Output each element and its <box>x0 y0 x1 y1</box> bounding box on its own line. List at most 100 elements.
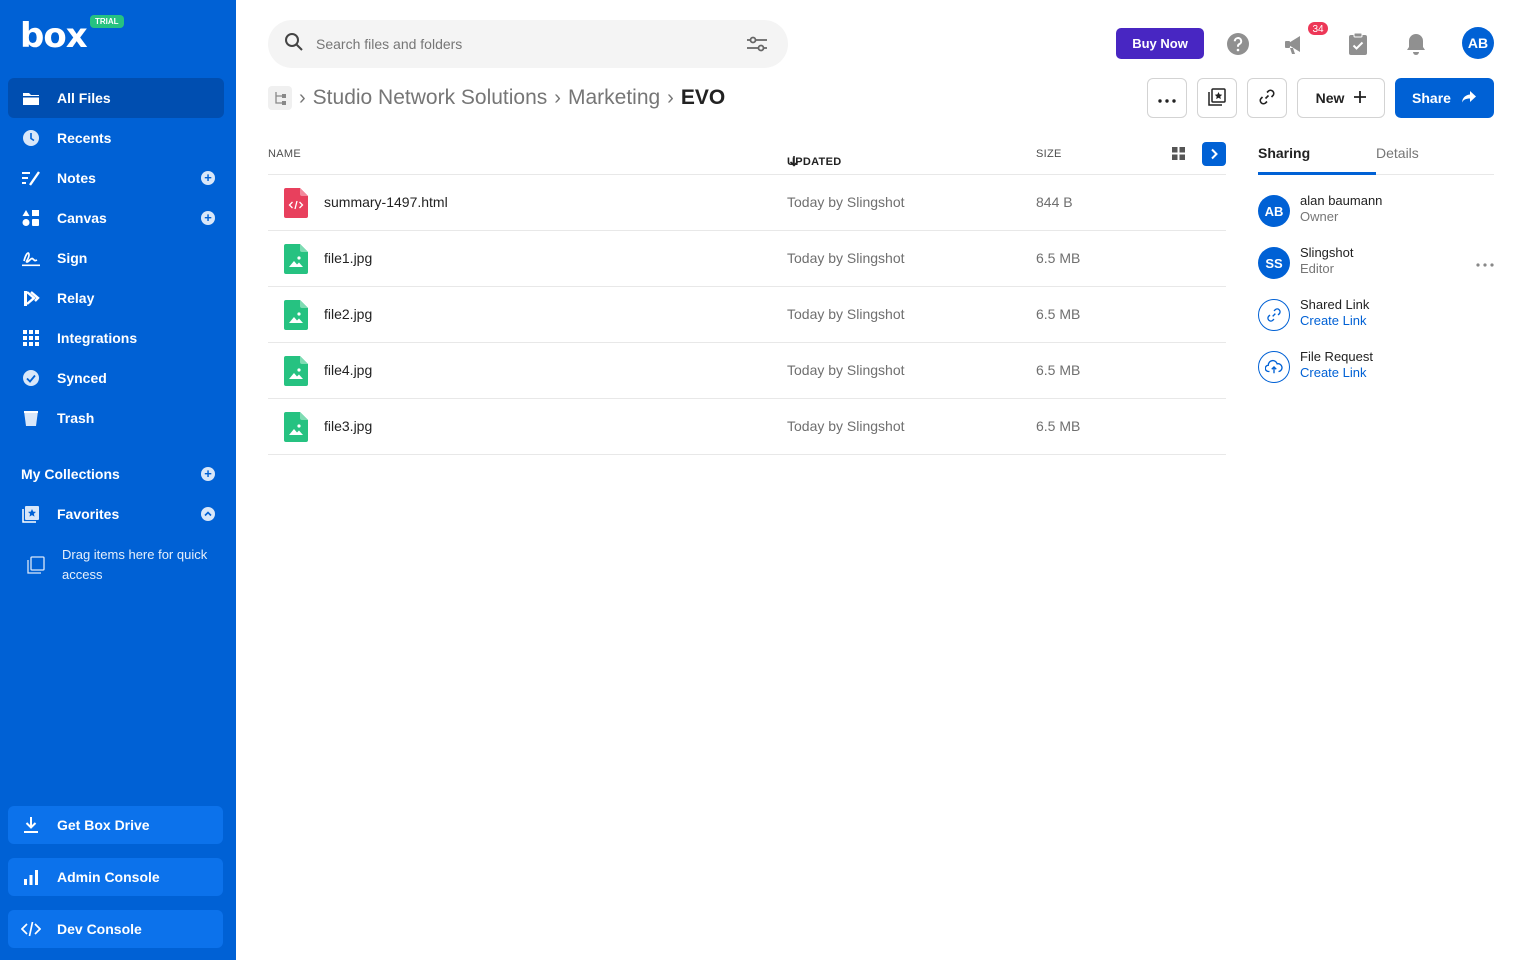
active-tab-indicator <box>1258 172 1376 175</box>
arrow-down-icon <box>789 156 799 170</box>
user-avatar[interactable]: AB <box>1462 27 1494 59</box>
folder-icon <box>21 88 41 108</box>
dev-console-label: Dev Console <box>57 921 142 937</box>
table-row[interactable]: file2.jpg Today by Slingshot 6.5 MB <box>268 287 1226 343</box>
file-name[interactable]: file2.jpg <box>324 306 372 322</box>
clock-icon <box>21 128 41 148</box>
ellipsis-icon <box>1158 90 1176 106</box>
box-logo[interactable]: box TRIAL <box>20 15 124 56</box>
image-file-icon <box>284 244 308 277</box>
link-icon <box>1257 87 1277 110</box>
admin-console-label: Admin Console <box>57 869 160 885</box>
column-header-name[interactable]: NAME <box>268 148 301 160</box>
image-file-icon <box>284 412 308 445</box>
dev-console-button[interactable]: Dev Console <box>8 910 223 948</box>
sidebar-item-relay[interactable]: Relay <box>8 278 224 318</box>
breadcrumb-item[interactable]: Studio Network Solutions <box>313 86 548 110</box>
relay-icon <box>21 288 41 308</box>
new-button-label: New <box>1315 90 1345 106</box>
table-row[interactable]: file3.jpg Today by Slingshot 6.5 MB <box>268 399 1226 455</box>
sidebar-item-trash[interactable]: Trash <box>8 398 224 438</box>
plus-icon <box>1354 90 1367 106</box>
sidebar-item-recents[interactable]: Recents <box>8 118 224 158</box>
file-updated: Today by Slingshot <box>787 306 905 322</box>
file-size: 6.5 MB <box>1036 250 1081 266</box>
sidebar-item-my-collections[interactable]: My Collections + <box>8 454 224 494</box>
cloud-upload-icon <box>1258 351 1290 383</box>
collaborator-name: alan baumann <box>1300 193 1383 208</box>
sidebar-item-sign[interactable]: Sign <box>8 238 224 278</box>
file-updated: Today by Slingshot <box>787 418 905 434</box>
sidebar-nav: All Files Recents Notes + Canvas + Sign … <box>8 78 224 438</box>
megaphone-icon[interactable] <box>1284 31 1310 57</box>
sign-icon <box>21 248 41 268</box>
check-circle-icon <box>21 368 41 388</box>
share-button[interactable]: Share <box>1395 78 1494 118</box>
sidebar-item-label: Favorites <box>57 506 120 522</box>
copy-link-button[interactable] <box>1247 78 1287 118</box>
file-name[interactable]: summary-1497.html <box>324 194 448 210</box>
file-name[interactable]: file1.jpg <box>324 250 372 266</box>
logo-text: box <box>20 16 88 56</box>
search-input[interactable] <box>316 36 716 52</box>
grid-view-icon[interactable] <box>1172 147 1185 163</box>
add-to-collection-button[interactable] <box>1197 78 1237 118</box>
file-name[interactable]: file4.jpg <box>324 362 372 378</box>
file-request-title: File Request <box>1300 349 1373 364</box>
breadcrumb: › Studio Network Solutions › Marketing ›… <box>268 84 725 112</box>
image-file-icon <box>284 300 308 333</box>
breadcrumb-item[interactable]: Marketing <box>568 86 660 110</box>
sidebar-item-favorites[interactable]: Favorites <box>8 494 224 534</box>
table-row[interactable]: summary-1497.html Today by Slingshot 844… <box>268 175 1226 231</box>
file-name[interactable]: file3.jpg <box>324 418 372 434</box>
code-icon <box>21 919 41 939</box>
sidebar-item-canvas[interactable]: Canvas + <box>8 198 224 238</box>
sidebar-item-all-files[interactable]: All Files <box>8 78 224 118</box>
help-icon[interactable] <box>1225 31 1251 57</box>
search-bar <box>268 20 788 68</box>
sidebar-item-label: My Collections <box>21 466 120 482</box>
folder-tree-icon[interactable] <box>268 86 292 110</box>
favorites-drop-zone[interactable]: Drag items here for quick access <box>26 545 216 585</box>
bar-chart-icon <box>21 867 41 887</box>
sidebar-item-integrations[interactable]: Integrations <box>8 318 224 358</box>
admin-console-button[interactable]: Admin Console <box>8 858 223 896</box>
add-canvas-icon[interactable]: + <box>201 211 215 225</box>
sidebar-item-notes[interactable]: Notes + <box>8 158 224 198</box>
sidebar-item-synced[interactable]: Synced <box>8 358 224 398</box>
table-row[interactable]: file1.jpg Today by Slingshot 6.5 MB <box>268 231 1226 287</box>
sidebar-item-label: Notes <box>57 170 96 186</box>
filter-icon[interactable] <box>746 36 768 57</box>
buy-now-button[interactable]: Buy Now <box>1116 28 1204 59</box>
trial-badge: TRIAL <box>90 15 124 28</box>
collaborator-avatar: SS <box>1258 247 1290 279</box>
sidebar-item-label: Integrations <box>57 330 138 346</box>
create-shared-link[interactable]: Create Link <box>1300 313 1366 328</box>
create-file-request-link[interactable]: Create Link <box>1300 365 1366 380</box>
table-row[interactable]: file4.jpg Today by Slingshot 6.5 MB <box>268 343 1226 399</box>
more-options-button[interactable] <box>1147 78 1187 118</box>
chevron-right-icon: › <box>554 86 561 109</box>
tab-sharing[interactable]: Sharing <box>1258 145 1310 161</box>
chevron-up-icon[interactable] <box>201 507 215 521</box>
column-header-size[interactable]: SIZE <box>1036 148 1062 160</box>
tab-details[interactable]: Details <box>1376 145 1419 161</box>
new-button[interactable]: New <box>1297 78 1385 118</box>
collaborator-owner: AB alan baumann Owner <box>1258 192 1494 232</box>
ellipsis-icon[interactable] <box>1476 254 1494 272</box>
file-updated: Today by Slingshot <box>787 362 905 378</box>
toggle-sidebar-chevron-icon[interactable] <box>1202 142 1226 166</box>
sidebar-item-label: Relay <box>57 290 95 306</box>
shared-link-section: Shared Link Create Link <box>1258 296 1494 336</box>
file-size: 6.5 MB <box>1036 306 1081 322</box>
bell-icon[interactable] <box>1403 31 1429 57</box>
download-icon <box>21 815 41 835</box>
get-box-drive-label: Get Box Drive <box>57 817 150 833</box>
share-button-label: Share <box>1412 90 1451 106</box>
tasks-icon[interactable] <box>1345 31 1371 57</box>
collaborator-role: Owner <box>1300 209 1339 224</box>
add-note-icon[interactable]: + <box>201 171 215 185</box>
file-list-header: NAME UPDATED SIZE <box>268 140 1226 175</box>
add-collection-icon[interactable]: + <box>201 467 215 481</box>
get-box-drive-button[interactable]: Get Box Drive <box>8 806 223 844</box>
